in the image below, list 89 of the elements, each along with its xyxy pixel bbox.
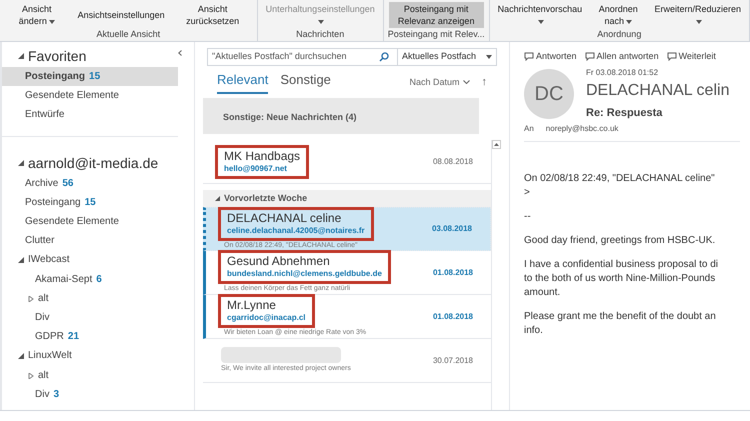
folder-item[interactable]: Clutter bbox=[2, 231, 178, 250]
collapse-pane-icon[interactable] bbox=[178, 50, 182, 56]
folder-item[interactable]: Gesendete Elemente bbox=[2, 86, 178, 105]
reading-sender: DELACHANAL celin bbox=[586, 80, 730, 100]
ribbon-group-label: Nachrichten bbox=[296, 28, 344, 41]
message-subject: Re: Respuesta bbox=[586, 106, 664, 120]
ribbon-group-label: Aktuelle Ansicht bbox=[96, 28, 160, 41]
scroll-up-icon[interactable] bbox=[492, 140, 501, 149]
search-field[interactable]: "Aktuelles Postfach" durchsuchen bbox=[207, 48, 398, 66]
unread-count: 6 bbox=[96, 273, 102, 287]
folder-item[interactable]: Posteingang 15 bbox=[2, 193, 178, 212]
sender-avatar: DC bbox=[524, 68, 574, 119]
search-input[interactable]: "Aktuelles Postfach" durchsuchen bbox=[208, 49, 379, 65]
ribbon-group-label: Posteingang mit Relev... bbox=[388, 28, 485, 41]
new-messages-banner[interactable]: Sonstige: Neue Nachrichten (4) bbox=[203, 98, 479, 134]
folder-item[interactable]: GDPR 21 bbox=[2, 327, 178, 346]
message-date: 08.08.2018 bbox=[432, 156, 473, 168]
reply-action-button[interactable]: Antworten bbox=[524, 50, 577, 64]
folder-group-header[interactable]: Favoriten bbox=[2, 46, 178, 66]
ribbon-button[interactable]: Ansicht zurücksetzen bbox=[172, 2, 253, 28]
ribbon-button[interactable]: Posteingang mit Relevanz anzeigen bbox=[388, 2, 484, 28]
ribbon-button[interactable]: Anordnen nach bbox=[590, 2, 646, 28]
sender-name: DELACHANAL celine bbox=[227, 210, 342, 225]
inbox-tab[interactable]: Sonstige bbox=[280, 70, 331, 94]
folder-item[interactable]: alt bbox=[2, 366, 178, 385]
chevron-down-icon bbox=[462, 80, 470, 84]
sender-name: MK Handbags bbox=[224, 148, 300, 162]
banner-text: Sonstige: Neue Nachrichten (4) bbox=[223, 112, 357, 122]
expanded-arrow-icon[interactable] bbox=[18, 53, 24, 59]
folder-group-header[interactable]: aarnold@it-media.de bbox=[2, 153, 178, 173]
unread-count: 3 bbox=[53, 388, 60, 402]
group-header[interactable]: Vorvorletzte Woche bbox=[203, 190, 491, 207]
unread-count: 15 bbox=[89, 70, 100, 84]
reply-action-button[interactable]: Allen antworten bbox=[584, 50, 659, 64]
message-date: 01.08.2018 bbox=[432, 310, 473, 322]
message-item[interactable]: MK Handbags hello@90967.net 08.08.2018 bbox=[203, 140, 491, 184]
expanded-arrow-icon bbox=[215, 196, 220, 201]
sort-dropdown[interactable]: Nach Datum bbox=[409, 76, 470, 94]
folder-item[interactable]: Posteingang 15 bbox=[2, 67, 178, 86]
collapsed-arrow-icon[interactable] bbox=[28, 296, 34, 302]
expanded-arrow-icon[interactable] bbox=[18, 160, 24, 166]
sender-email: hello@90967.net bbox=[224, 162, 288, 174]
caret-icon bbox=[486, 55, 492, 59]
message-date: 03.08.2018 bbox=[432, 223, 472, 235]
folder-item[interactable]: Entwürfe bbox=[2, 105, 178, 124]
message-date: 30.07.2018 bbox=[432, 354, 473, 366]
unread-count: 21 bbox=[68, 330, 80, 344]
ribbon-button[interactable]: Nachrichtenvorschau bbox=[494, 2, 586, 28]
unread-count: 56 bbox=[62, 177, 74, 191]
body-paragraph: Good day friend, greetings from HSBC-UK. bbox=[524, 234, 716, 248]
folder-item[interactable]: Archive 56 bbox=[2, 174, 178, 193]
message-datetime: Fr 03.08.2018 01:52 bbox=[586, 66, 660, 78]
search-icon[interactable] bbox=[378, 52, 389, 62]
folder-item[interactable]: Gesendete Elemente bbox=[2, 212, 178, 231]
sender-email: bundesland.nichl@clemens.geldbube.de bbox=[227, 268, 382, 280]
sender-name: Gesund Abnehmen bbox=[227, 254, 331, 268]
speech-bubble-icon bbox=[584, 52, 595, 62]
collapsed-arrow-icon[interactable] bbox=[28, 372, 34, 378]
scope-dropdown[interactable]: Aktuelles Postfach bbox=[398, 48, 497, 66]
sort-direction-button[interactable]: ↑ bbox=[482, 74, 487, 94]
ribbon-button[interactable]: Erweitern/Reduzieren bbox=[650, 2, 745, 28]
scrollbar[interactable] bbox=[491, 140, 501, 410]
speech-bubble-icon bbox=[666, 52, 677, 62]
recipient-address: noreply@hsbc.co.uk bbox=[546, 123, 618, 135]
sender-email: celine.delachanal.42005@notaires.fr bbox=[227, 224, 365, 237]
unread-count: 15 bbox=[84, 196, 96, 210]
speech-bubble-icon bbox=[524, 52, 534, 62]
folder-item[interactable]: Div bbox=[2, 308, 178, 327]
folder-item[interactable]: Div 3 bbox=[2, 385, 178, 404]
folder-item[interactable]: LinuxWelt bbox=[2, 346, 178, 365]
message-date: 01.08.2018 bbox=[432, 266, 473, 278]
recipient-label: An bbox=[524, 123, 534, 135]
folder-item[interactable]: Akamai-Sept 6 bbox=[2, 270, 178, 289]
body-paragraph: I have a confidential business proposal to di to the both of us worth Nine-Million-Pounds amount. bbox=[524, 258, 720, 300]
reply-action-button[interactable]: Weiterleit bbox=[666, 50, 716, 64]
body-paragraph: Please grant me the benefit of the doubt an info. bbox=[524, 310, 717, 338]
sender-name: Mr.Lynne bbox=[227, 298, 277, 312]
ribbon-button[interactable]: Ansicht ändern bbox=[4, 2, 70, 28]
inbox-tab[interactable]: Relevant bbox=[217, 70, 268, 94]
body-paragraph: -- bbox=[524, 210, 532, 224]
expanded-arrow-icon[interactable] bbox=[18, 256, 24, 262]
ribbon-group-label: Anordnung bbox=[597, 28, 642, 41]
folder-item[interactable]: IWebcast bbox=[2, 250, 178, 269]
ribbon-button[interactable]: Ansichtseinstellungen bbox=[74, 2, 169, 28]
folder-item[interactable]: alt bbox=[2, 289, 178, 308]
body-paragraph: On 02/08/18 22:49, "DELACHANAL celine" > bbox=[524, 172, 716, 200]
sender-email: cgarridoc@inacap.cl bbox=[227, 312, 306, 324]
expanded-arrow-icon[interactable] bbox=[18, 352, 24, 358]
group-label: Vorvorletzte Woche bbox=[224, 192, 308, 205]
